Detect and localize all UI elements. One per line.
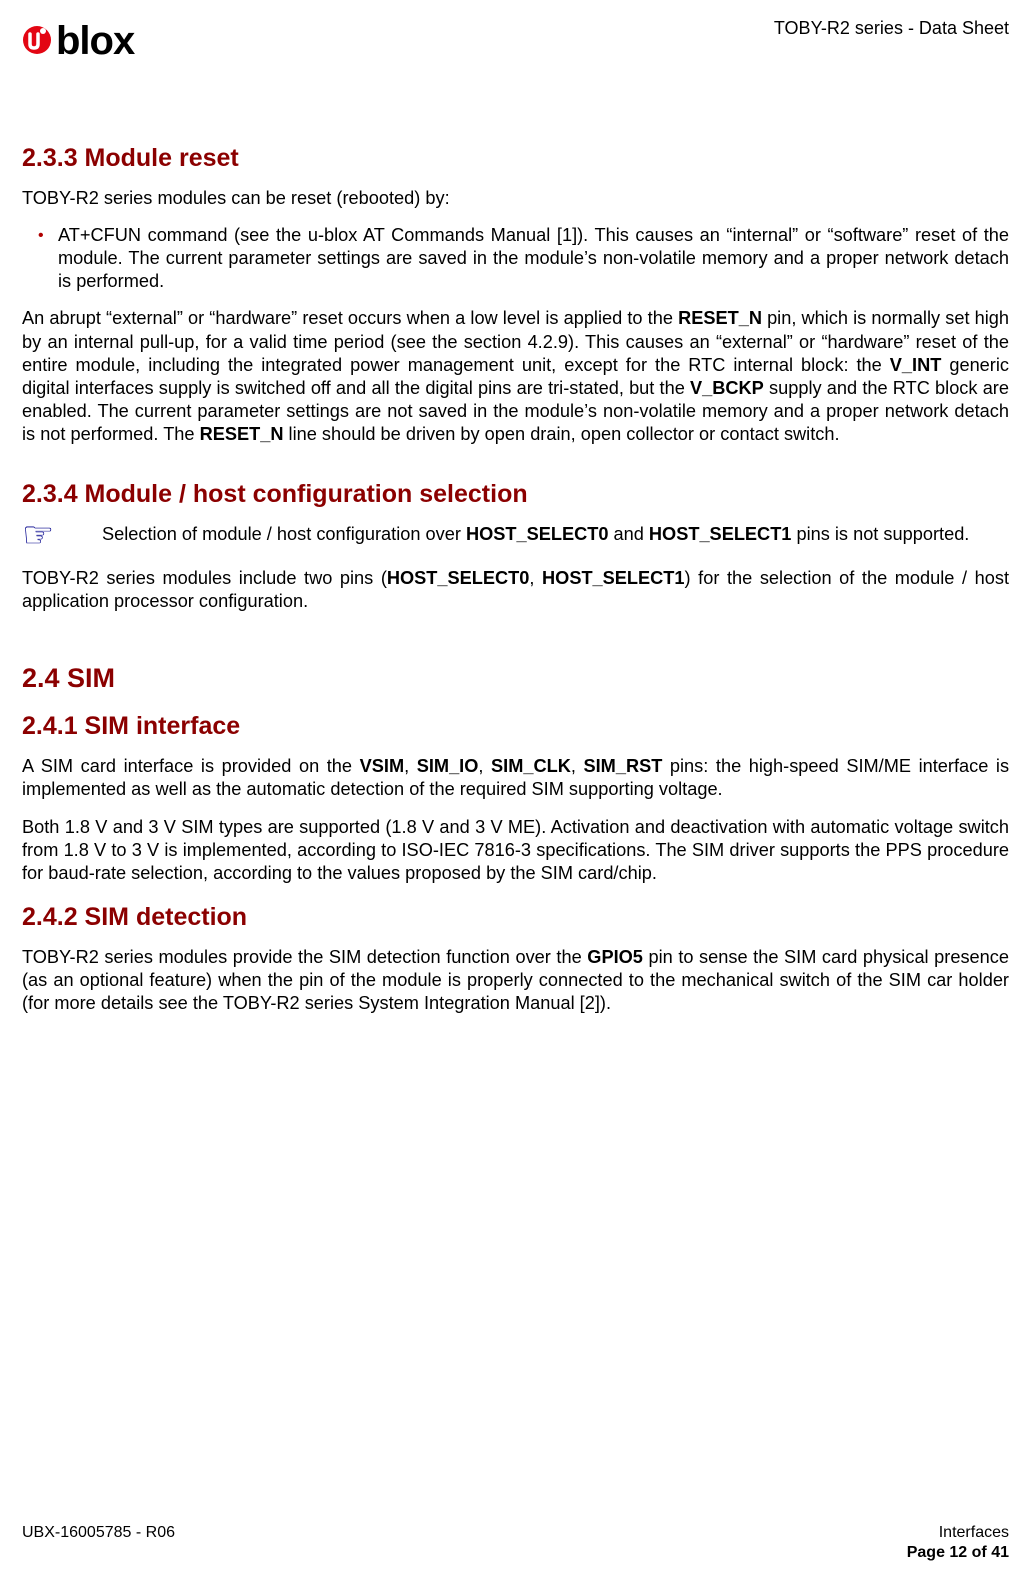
body-text: Both 1.8 V and 3 V SIM types are support…: [22, 816, 1009, 885]
page-header: blox TOBY-R2 series - Data Sheet: [22, 16, 1009, 64]
page-footer: UBX-16005785 - R06 Interfaces Page 12 of…: [22, 1524, 1009, 1562]
body-text: TOBY-R2 series modules can be reset (reb…: [22, 187, 1009, 210]
note-text: Selection of module / host configuration…: [102, 523, 1009, 546]
heading-2-3-4: 2.3.4 Module / host configuration select…: [22, 480, 1009, 509]
heading-2-4-1: 2.4.1 SIM interface: [22, 712, 1009, 741]
heading-2-3-3: 2.3.3 Module reset: [22, 144, 1009, 173]
svg-text:blox: blox: [56, 19, 135, 63]
pointing-hand-icon: ☞: [22, 517, 102, 553]
list-item: AT+CFUN command (see the u-blox AT Comma…: [58, 224, 1009, 293]
body-text: TOBY-R2 series modules include two pins …: [22, 567, 1009, 613]
body-text: TOBY-R2 series modules provide the SIM d…: [22, 946, 1009, 1015]
body-text: A SIM card interface is provided on the …: [22, 755, 1009, 801]
doc-title: TOBY-R2 series - Data Sheet: [774, 18, 1009, 39]
page-number: Page 12 of 41: [907, 1544, 1009, 1562]
body-text: An abrupt “external” or “hardware” reset…: [22, 307, 1009, 446]
section-name: Interfaces: [907, 1524, 1009, 1542]
ublox-logo: blox: [22, 16, 182, 64]
heading-2-4: 2.4 SIM: [22, 663, 1009, 694]
doc-revision: UBX-16005785 - R06: [22, 1524, 175, 1562]
note-callout: ☞ Selection of module / host configurati…: [22, 523, 1009, 553]
bullet-list: AT+CFUN command (see the u-blox AT Comma…: [22, 224, 1009, 293]
heading-2-4-2: 2.4.2 SIM detection: [22, 903, 1009, 932]
